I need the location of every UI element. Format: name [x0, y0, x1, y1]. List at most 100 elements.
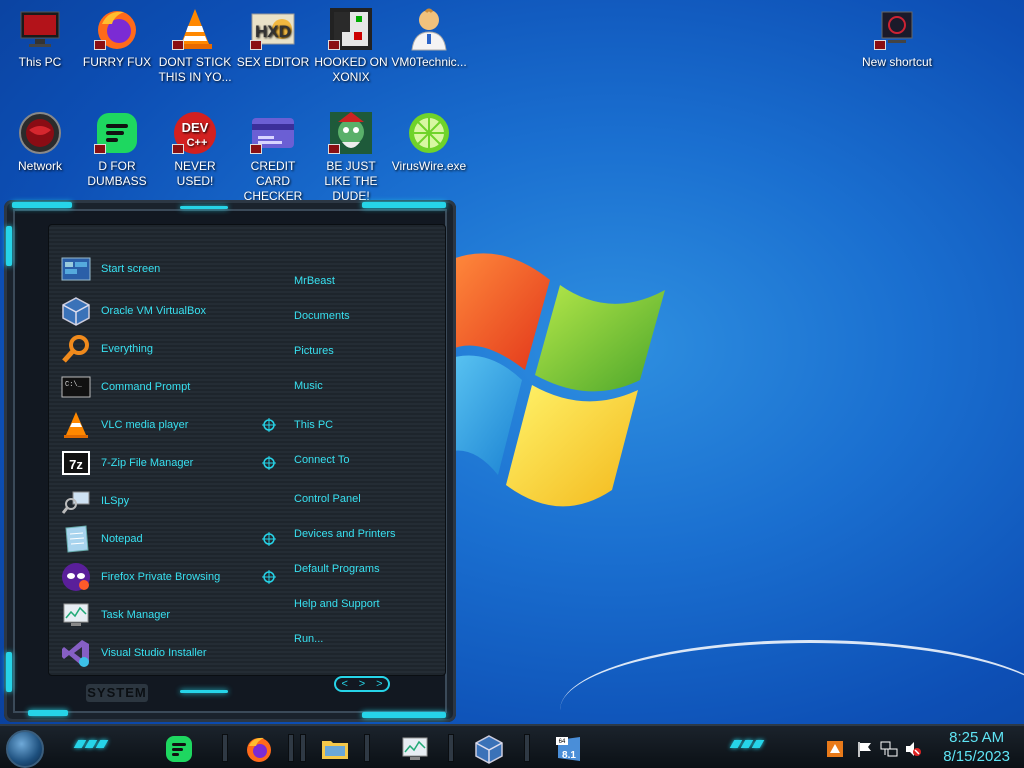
- taskbar-separator: [524, 734, 530, 762]
- taskbar-accent: [729, 740, 765, 750]
- frame-accent: [6, 652, 12, 692]
- power-options-button[interactable]: < > >: [334, 676, 390, 692]
- program-label: VLC media player: [101, 419, 189, 431]
- volume-muted-icon[interactable]: [904, 740, 922, 758]
- desktop-icon-furry-fux[interactable]: FURRY FUX: [78, 6, 156, 70]
- start-item-connect-to[interactable]: Connect To: [294, 454, 349, 466]
- taskbar-chat-button[interactable]: [160, 730, 198, 768]
- shortcut-monitor-icon: [874, 6, 920, 52]
- frame-accent: [180, 690, 228, 693]
- submenu-pin-icon[interactable]: [262, 418, 276, 432]
- desktop-icon-label: VirusWire.exe: [391, 159, 467, 173]
- flag-icon[interactable]: [856, 740, 874, 758]
- start-item-run[interactable]: Run...: [294, 633, 323, 645]
- desktop-icon-dont-stick[interactable]: DONT STICK THIS IN YO...: [156, 6, 234, 85]
- program-7zip[interactable]: 7z 7-Zip File Manager: [60, 446, 193, 480]
- desktop-icon-d-for-dumbass[interactable]: D FOR DUMBASS: [78, 110, 156, 189]
- tray-app-icon[interactable]: [826, 740, 844, 758]
- start-item-music[interactable]: Music: [294, 380, 323, 392]
- program-everything[interactable]: Everything: [60, 332, 153, 366]
- sevenzip-icon: 7z: [60, 447, 92, 479]
- program-start-screen[interactable]: Start screen: [60, 252, 160, 286]
- taskbar-clock[interactable]: 8:25 AM 8/15/2023: [943, 728, 1010, 766]
- program-label: 7-Zip File Manager: [101, 457, 194, 469]
- desktop-icon-label: NEVER USED!: [174, 159, 216, 188]
- start-button[interactable]: [6, 730, 44, 768]
- vlc-cone-icon: [60, 409, 92, 441]
- desktop-icon-label: Network: [17, 159, 62, 173]
- program-firefox-private[interactable]: Firefox Private Browsing: [60, 560, 220, 594]
- program-label: Command Prompt: [101, 381, 191, 393]
- clock-time: 8:25 AM: [949, 729, 1005, 746]
- win81-badge-top: 64: [559, 739, 566, 745]
- dev-icon-sub: C++: [187, 137, 208, 149]
- system-label: SYSTEM: [86, 684, 148, 702]
- network-tray-icon[interactable]: [880, 740, 898, 758]
- taskbar-virtualbox-button[interactable]: [470, 730, 508, 768]
- terminal-icon: C:\_: [60, 371, 92, 403]
- doctor-icon: [406, 6, 452, 52]
- start-item-help-support[interactable]: Help and Support: [294, 598, 380, 610]
- desktop-icon-credit-card-checker[interactable]: CREDIT CARD CHECKER: [234, 110, 312, 204]
- notepad-icon: [60, 523, 92, 555]
- start-item-pictures[interactable]: Pictures: [294, 345, 334, 357]
- desktop-icon-network[interactable]: Network: [1, 110, 79, 174]
- program-task-manager[interactable]: Task Manager: [60, 598, 170, 632]
- desktop-icon-hooked-on-xonix[interactable]: HOOKED ON XONIX: [312, 6, 390, 85]
- start-item-control-panel[interactable]: Control Panel: [294, 493, 361, 505]
- taskbar-task-manager-button[interactable]: [396, 730, 434, 768]
- start-item-mrbeast[interactable]: MrBeast: [294, 275, 335, 287]
- start-item-this-pc[interactable]: This PC: [294, 419, 333, 431]
- desktop-icon-vm0technic[interactable]: VM0Technic...: [390, 6, 468, 70]
- taskbar-accent: [73, 740, 109, 750]
- start-item-documents[interactable]: Documents: [294, 310, 350, 322]
- monitor-icon: [17, 6, 63, 52]
- start-screen-icon: [60, 253, 92, 285]
- green-chat-icon: [166, 736, 192, 762]
- taskbar-win81-button[interactable]: 64 8.1: [550, 730, 588, 768]
- taskbar-separator: [448, 734, 454, 762]
- ilspy-icon: [60, 485, 92, 517]
- cmd-icon-text: C:\_: [65, 381, 83, 389]
- submenu-pin-icon[interactable]: [262, 456, 276, 470]
- desktop-icon-label: D FOR DUMBASS: [87, 159, 147, 188]
- desktop-icon-this-pc[interactable]: This PC: [1, 6, 79, 70]
- program-label: Everything: [101, 343, 153, 355]
- visual-studio-icon: [60, 637, 92, 669]
- program-label: Visual Studio Installer: [101, 647, 207, 659]
- taskbar-separator: [300, 734, 306, 762]
- start-menu: Start screen Oracle VM VirtualBox Everyt…: [4, 200, 456, 722]
- desktop-icon-label: SEX EDITOR: [236, 55, 310, 69]
- program-label: Task Manager: [101, 609, 171, 621]
- desktop-icon-be-just-like-the-dude[interactable]: BE JUST LIKE THE DUDE!: [312, 110, 390, 204]
- program-ilspy[interactable]: ILSpy: [60, 484, 129, 518]
- frame-accent: [180, 206, 228, 209]
- taskbar-firefox-button[interactable]: [240, 730, 278, 768]
- xonix-game-icon: [328, 6, 374, 52]
- submenu-pin-icon[interactable]: [262, 570, 276, 584]
- frame-accent: [12, 202, 72, 208]
- frame-accent: [28, 710, 68, 716]
- desktop-icon-new-shortcut[interactable]: New shortcut: [858, 6, 936, 70]
- firefox-private-icon: [60, 561, 92, 593]
- program-command-prompt[interactable]: C:\_ Command Prompt: [60, 370, 190, 404]
- taskbar-separator: [364, 734, 370, 762]
- program-virtualbox[interactable]: Oracle VM VirtualBox: [60, 294, 206, 328]
- program-visual-studio-installer[interactable]: Visual Studio Installer: [60, 636, 207, 670]
- magnifier-icon: [60, 333, 92, 365]
- program-vlc[interactable]: VLC media player: [60, 408, 188, 442]
- taskbar-separator: [288, 734, 294, 762]
- desktop-icon-label: This PC: [18, 55, 62, 69]
- desktop-icon-sex-editor[interactable]: HXD SEX EDITOR: [234, 6, 312, 70]
- program-label: Oracle VM VirtualBox: [101, 305, 206, 317]
- desktop-icon-viruswire[interactable]: VirusWire.exe: [390, 110, 468, 174]
- program-notepad[interactable]: Notepad: [60, 522, 143, 556]
- taskbar-explorer-button[interactable]: [316, 730, 354, 768]
- submenu-pin-icon[interactable]: [262, 532, 276, 546]
- desktop-icon-never-used[interactable]: DEV C++ NEVER USED!: [156, 110, 234, 189]
- start-item-default-programs[interactable]: Default Programs: [294, 563, 380, 575]
- start-item-devices-printers[interactable]: Devices and Printers: [294, 528, 396, 540]
- network-globe-icon: [17, 110, 63, 156]
- desktop-icon-label: CREDIT CARD CHECKER: [243, 159, 303, 203]
- folder-icon: [322, 741, 348, 759]
